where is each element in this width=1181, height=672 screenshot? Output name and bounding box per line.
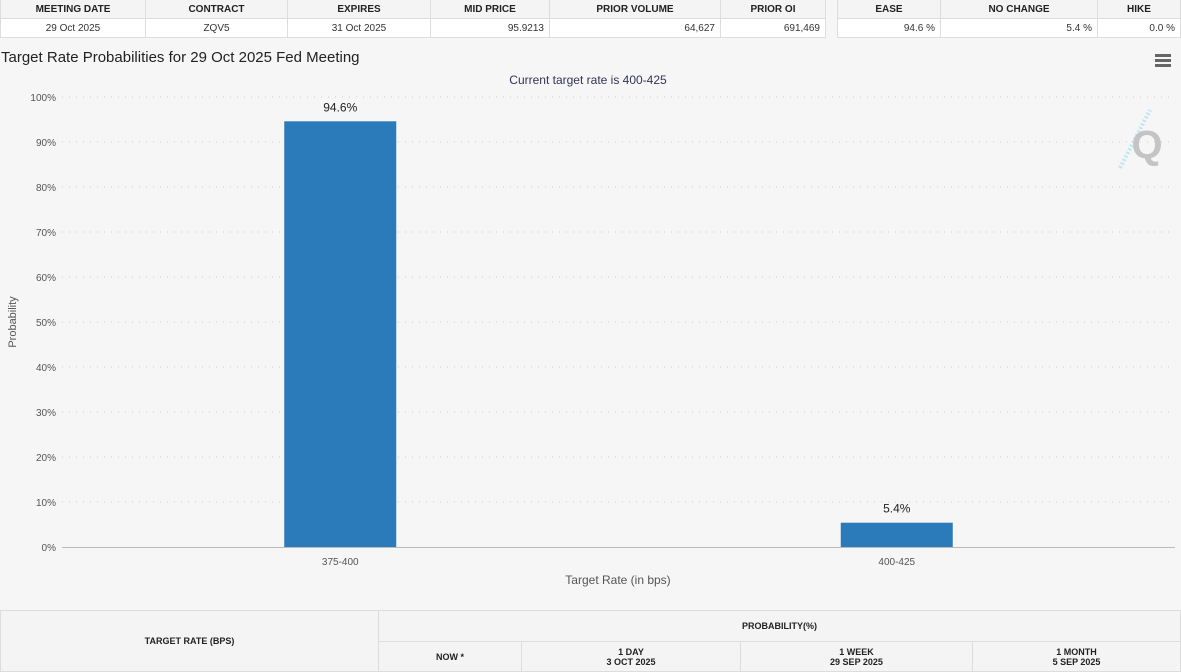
header-contract: CONTRACT: [145, 0, 288, 19]
data-label: 5.4%: [883, 502, 911, 516]
col-1-day: 1 DAY 3 OCT 2025: [521, 641, 741, 672]
header-prior-oi: PRIOR OI: [720, 0, 826, 19]
col-1-week: 1 WEEK 29 SEP 2025: [740, 641, 973, 672]
meeting-date: 29 Oct 2025: [0, 18, 146, 38]
chart-title: Target Rate Probabilities for 29 Oct 202…: [1, 49, 360, 66]
prior-volume: 64,627: [549, 18, 721, 38]
data-label: 94.6%: [323, 100, 357, 114]
y-axis-title: Probability: [7, 296, 19, 348]
header-prior-volume: PRIOR VOLUME: [549, 0, 721, 19]
hike-value: 0.0 %: [1097, 18, 1181, 38]
contract-summary-table: MEETING DATE CONTRACT EXPIRES MID PRICE …: [0, 0, 826, 38]
bar-375-400: [284, 121, 397, 548]
x-tick-label: 400-425: [878, 557, 915, 568]
y-tick-label: 30%: [36, 408, 56, 419]
header-hike: HIKE: [1097, 0, 1181, 19]
probability-summary-table: EASE NO CHANGE HIKE 94.6 % 5.4 % 0.0 %: [837, 0, 1181, 38]
header-mid-price: MID PRICE: [430, 0, 550, 19]
no-change-value: 5.4 %: [940, 18, 1098, 38]
chart-subtitle: Current target rate is 400-425: [509, 73, 667, 87]
bar-400-425: [840, 522, 953, 547]
col-now: NOW *: [378, 641, 522, 672]
y-tick-label: 0%: [42, 543, 57, 554]
x-tick-label: 375-400: [322, 557, 359, 568]
bar-chart: Current target rate is 400-425 Q 0% 10% 20…: [7, 73, 1175, 587]
y-tick-label: 60%: [36, 273, 56, 284]
svg-text:Q: Q: [1131, 123, 1162, 167]
target-rate-header: TARGET RATE (BPS): [0, 610, 379, 672]
y-tick-label: 100%: [30, 93, 56, 104]
y-tick-label: 90%: [36, 138, 56, 149]
x-axis-title: Target Rate (in bps): [565, 573, 670, 587]
y-tick-label: 10%: [36, 498, 56, 509]
probability-table: TARGET RATE (BPS) PROBABILITY(%) NOW * 1…: [0, 610, 1181, 672]
mid-price: 95.9213: [430, 18, 550, 38]
watermark-logo-icon: Q: [1118, 109, 1163, 169]
header-meeting-date: MEETING DATE: [0, 0, 146, 19]
expires: 31 Oct 2025: [287, 18, 431, 38]
y-tick-label: 50%: [36, 318, 56, 329]
header-ease: EASE: [837, 0, 941, 19]
ease-value: 94.6 %: [837, 18, 941, 38]
y-tick-label: 20%: [36, 453, 56, 464]
prior-oi: 691,469: [720, 18, 826, 38]
contract: ZQV5: [145, 18, 288, 38]
probability-header: PROBABILITY(%): [378, 610, 1181, 642]
y-tick-label: 70%: [36, 228, 56, 239]
col-1-month: 1 MONTH 5 SEP 2025: [972, 641, 1181, 672]
header-expires: EXPIRES: [287, 0, 431, 19]
y-tick-label: 40%: [36, 363, 56, 374]
hamburger-menu-icon[interactable]: [1155, 54, 1171, 67]
y-tick-label: 80%: [36, 183, 56, 194]
header-no-change: NO CHANGE: [940, 0, 1098, 19]
